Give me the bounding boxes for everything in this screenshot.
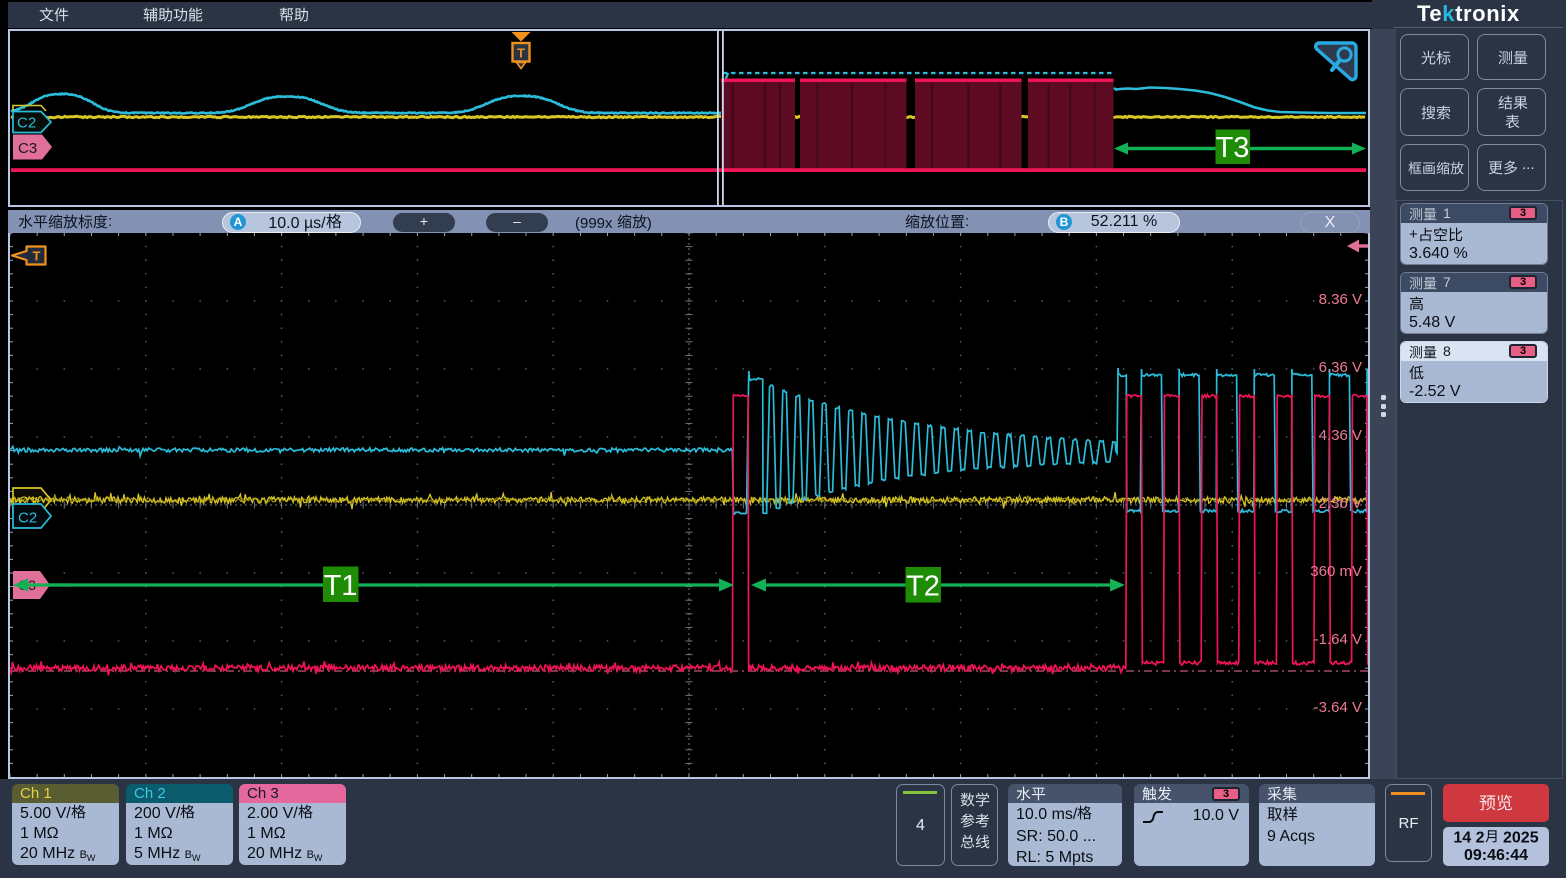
- svg-text:T: T: [517, 46, 525, 61]
- svg-text:C2: C2: [17, 115, 36, 132]
- svg-text:T3: T3: [1216, 132, 1250, 164]
- svg-text:C3: C3: [18, 140, 37, 157]
- svg-text:C2: C2: [18, 510, 37, 527]
- svg-text:T2: T2: [906, 571, 940, 603]
- svg-text:T1: T1: [324, 570, 358, 602]
- svg-text:T: T: [33, 249, 41, 264]
